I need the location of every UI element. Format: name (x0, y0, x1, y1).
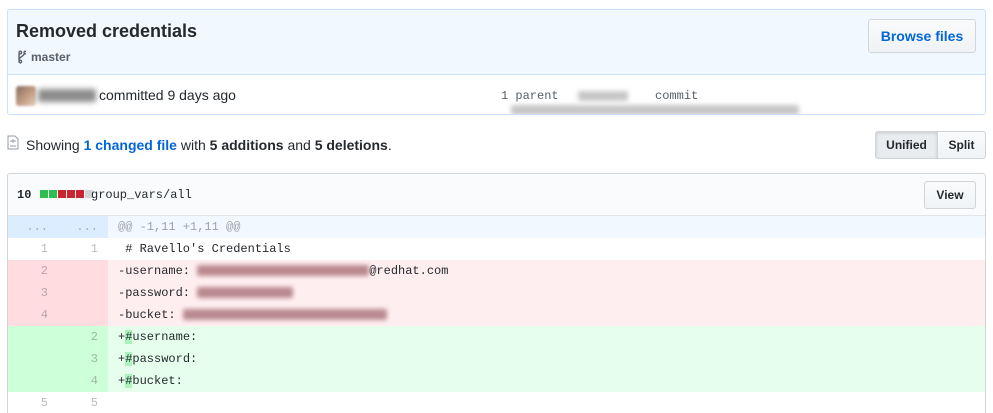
code-text: password: (132, 352, 198, 366)
code-text: bucket: (132, 374, 183, 388)
diffstat-count: 10 (17, 188, 32, 202)
deletions-count: 5 deletions (314, 137, 388, 153)
commit-meta: committed 9 days ago 1 parent commit (8, 75, 985, 114)
split-button[interactable]: Split (938, 131, 986, 159)
code-line: -username: @redhat.com (108, 260, 985, 282)
view-file-button[interactable]: View (924, 181, 976, 209)
parent-label: 1 parent (501, 89, 559, 103)
diff-view-toggle: Unified Split (875, 131, 986, 159)
diffstat-bar (40, 190, 93, 198)
parent-sha-redacted[interactable] (577, 90, 628, 101)
file-name[interactable]: group_vars/all (91, 188, 192, 202)
diffstat-block-del (58, 190, 66, 198)
old-line-number[interactable]: 5 (8, 392, 58, 413)
code-text: @redhat.com (369, 264, 449, 278)
changed-files-link[interactable]: 1 changed file (84, 137, 177, 153)
code-text: username: (132, 330, 198, 344)
diff-summary-bar: Showing 1 changed file with 5 additions … (7, 131, 986, 159)
diff-line-ctx: 55 (8, 392, 985, 413)
diff-line-add: 2 +#username: (8, 326, 985, 348)
file-diff-icon (7, 135, 19, 153)
new-line-number[interactable]: 1 (58, 238, 108, 260)
code-line: # Ravello's Credentials (118, 242, 291, 256)
diff-line-add: 3 +#password: (8, 348, 985, 370)
code-line: -password: (108, 282, 985, 304)
hunk-expand-right[interactable]: ... (58, 216, 108, 238)
code-text: -username: (118, 264, 198, 278)
diff-summary-text: Showing 1 changed file with 5 additions … (26, 137, 392, 153)
with-label: with (180, 137, 206, 153)
commit-header: Removed credentials master Browse files (8, 10, 985, 75)
new-line-number[interactable]: 3 (58, 348, 108, 370)
old-line-number[interactable]: 1 (8, 238, 58, 260)
diffstat-block-add (49, 190, 57, 198)
browse-files-button[interactable]: Browse files (868, 19, 976, 53)
diff-line-del: 3 -password: (8, 282, 985, 304)
new-line-number[interactable] (58, 304, 108, 326)
diffstat-block-del (67, 190, 75, 198)
code-line (108, 392, 985, 413)
showing-label: Showing (26, 137, 80, 153)
diffstat-block-add (40, 190, 48, 198)
avatar[interactable] (16, 86, 36, 106)
old-line-number[interactable]: 3 (8, 282, 58, 304)
file-header: 10 group_vars/all View (8, 174, 985, 216)
diff-line-add: 4 +#bucket: (8, 370, 985, 392)
diff-line-ctx: 11 # Ravello's Credentials (8, 238, 985, 260)
old-line-number[interactable] (8, 370, 58, 392)
hunk-header: @@ -1,11 +1,11 @@ (108, 216, 985, 238)
hunk-expand-left[interactable]: ... (8, 216, 58, 238)
new-line-number[interactable]: 2 (58, 326, 108, 348)
git-branch-icon (16, 50, 26, 64)
commit-title: Removed credentials (16, 21, 198, 41)
commit-label: commit (655, 89, 699, 103)
diffstat-block-del (76, 190, 84, 198)
new-line-number[interactable] (58, 260, 108, 282)
code-line: -bucket: (108, 304, 985, 326)
old-line-number[interactable] (8, 348, 58, 370)
file-diff: 10 group_vars/all View ... ... @@ -1,11 … (7, 173, 986, 413)
hunk-header-row: ... ... @@ -1,11 +1,11 @@ (8, 216, 985, 238)
and-label: and (287, 137, 311, 153)
commit-sha-redacted (511, 104, 799, 114)
commit-box: Removed credentials master Browse files … (7, 9, 986, 115)
diff-table: ... ... @@ -1,11 +1,11 @@ 11 # Ravello's… (8, 216, 985, 413)
new-line-number[interactable] (58, 282, 108, 304)
old-line-number[interactable]: 2 (8, 260, 58, 282)
additions-count: 5 additions (209, 137, 284, 153)
branch-label: master (16, 50, 70, 64)
period: . (387, 137, 392, 153)
code-line: +#password: (108, 348, 985, 370)
unified-button[interactable]: Unified (875, 131, 938, 159)
code-line: +#bucket: (108, 370, 985, 392)
code-text: -password: (118, 286, 198, 300)
old-line-number[interactable] (8, 326, 58, 348)
diff-line-del: 2 -username: @redhat.com (8, 260, 985, 282)
new-line-number[interactable]: 5 (58, 392, 108, 413)
old-line-number[interactable]: 4 (8, 304, 58, 326)
commit-time: committed 9 days ago (99, 87, 236, 103)
new-line-number[interactable]: 4 (58, 370, 108, 392)
redacted-secret (197, 265, 370, 277)
branch-name[interactable]: master (31, 50, 70, 64)
author-name-redacted[interactable] (38, 89, 96, 102)
code-line: +#username: (108, 326, 985, 348)
redacted-secret (197, 287, 294, 299)
code-text: -bucket: (118, 308, 183, 322)
sha-block: 1 parent commit (501, 89, 985, 114)
diff-line-del: 4 -bucket: (8, 304, 985, 326)
redacted-secret (182, 309, 387, 321)
